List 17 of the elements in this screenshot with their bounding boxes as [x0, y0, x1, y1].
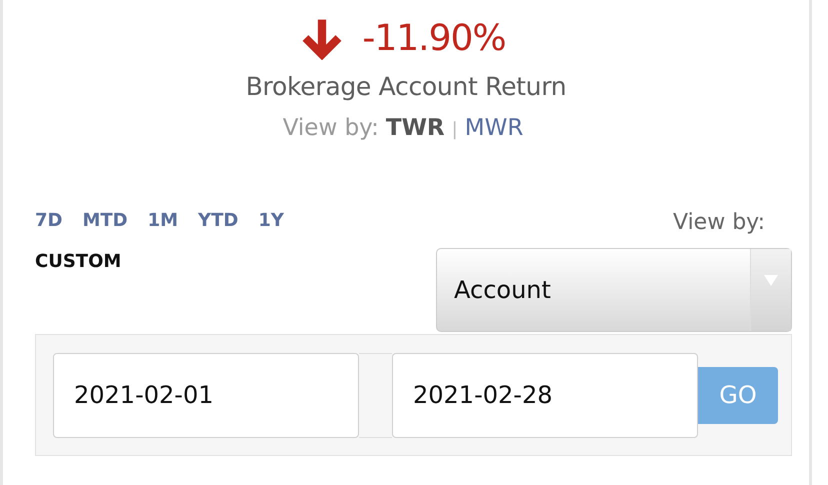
view-by-label: View by: [673, 210, 765, 235]
caret-icon [764, 275, 778, 286]
period-tab[interactable]: 1Y [258, 210, 284, 231]
view-by-label: View by: [282, 115, 379, 141]
return-label: Brokerage Account Return [244, 72, 568, 101]
method-link[interactable]: TWR [386, 115, 445, 141]
period-tab[interactable]: CUSTOM [35, 251, 122, 272]
method-link[interactable]: MWR [464, 115, 524, 141]
return-value: -11.90% [362, 18, 506, 58]
period-tab[interactable]: 7D [35, 210, 62, 231]
start-date-field[interactable]: 2021-02-01 [53, 352, 359, 438]
separator: | [452, 119, 458, 140]
period-tab[interactable]: YTD [198, 210, 238, 231]
view-by-dropdown[interactable]: Account [436, 248, 792, 332]
period-tab[interactable]: 1M [148, 210, 178, 231]
end-date-field[interactable]: 2021-02-28 [392, 352, 698, 438]
period-tab[interactable]: MTD [82, 210, 128, 231]
